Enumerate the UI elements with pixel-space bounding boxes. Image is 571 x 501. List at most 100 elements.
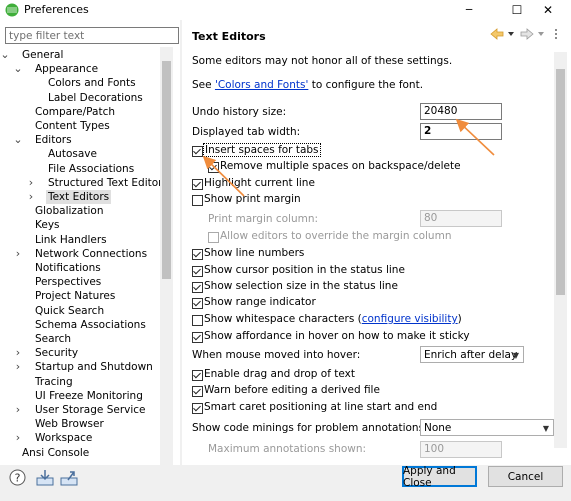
import-icon[interactable]: [36, 469, 54, 486]
minimize-button[interactable]: ─: [446, 0, 492, 20]
tree-item-label: User Storage Service: [35, 404, 146, 416]
help-icon[interactable]: ?: [9, 469, 26, 486]
forward-arrow-icon[interactable]: [520, 28, 534, 40]
hover-affordance-checkbox[interactable]: [192, 332, 203, 343]
max-annotations-input[interactable]: 100: [420, 441, 502, 458]
chevron-right-icon[interactable]: ›: [13, 431, 23, 445]
line-numbers-label: Show line numbers: [204, 247, 305, 259]
range-indicator-label: Show range indicator: [204, 296, 316, 308]
tree-item[interactable]: › Network Connections: [0, 247, 160, 261]
chevron-right-icon[interactable]: ›: [13, 360, 23, 374]
tree-item-label: Quick Search: [35, 304, 105, 317]
tree-item-label: Autosave: [48, 148, 97, 161]
chevron-right-icon[interactable]: ›: [26, 176, 36, 190]
chevron-right-icon[interactable]: ›: [13, 403, 23, 417]
tree-item[interactable]: UI Freeze Monitoring: [0, 389, 160, 403]
tree-item[interactable]: Autosave: [0, 147, 160, 161]
hover-behavior-value: Enrich after delay: [424, 349, 518, 361]
configure-visibility-link[interactable]: configure visibility: [362, 313, 458, 325]
colors-and-fonts-link[interactable]: 'Colors and Fonts': [215, 79, 308, 91]
page-content: Some editors may not honor all of these …: [182, 52, 571, 465]
chevron-right-icon[interactable]: ›: [26, 190, 36, 204]
tree-item[interactable]: › Workspace: [0, 431, 160, 445]
chevron-right-icon[interactable]: ›: [13, 346, 23, 360]
export-icon[interactable]: [60, 469, 78, 486]
tree-item[interactable]: › Startup and Shutdown: [0, 360, 160, 374]
code-minings-dropdown[interactable]: None ▼: [420, 419, 554, 436]
chevron-down-icon[interactable]: ⌄: [13, 62, 23, 76]
undo-history-input[interactable]: 20480: [420, 103, 502, 120]
tree-item[interactable]: Tracing: [0, 375, 160, 389]
tree-item[interactable]: Colors and Fonts: [0, 76, 160, 90]
tree-item[interactable]: Ansi Console: [0, 446, 160, 460]
chevron-down-icon[interactable]: ⌄: [0, 48, 10, 62]
tab-width-input[interactable]: 2: [420, 123, 502, 140]
preferences-navigation: ⌄General⌄AppearanceColors and FontsLabel…: [0, 20, 182, 465]
tree-item-label: File Associations: [48, 162, 135, 175]
tree-item-label: Tracing: [35, 375, 73, 388]
font-hint-suffix: to configure the font.: [308, 79, 424, 91]
selection-size-checkbox[interactable]: [192, 282, 203, 293]
tree-item[interactable]: Search: [0, 332, 160, 346]
chevron-down-icon[interactable]: ⌄: [13, 133, 23, 147]
allow-override-checkbox[interactable]: [208, 232, 219, 243]
view-menu-icon[interactable]: [551, 28, 561, 40]
tree-item[interactable]: › Structured Text Editors: [0, 176, 162, 190]
tree-item[interactable]: Notifications: [0, 261, 160, 275]
forward-dropdown-icon[interactable]: [538, 31, 544, 37]
tree-item[interactable]: Compare/Patch: [0, 105, 160, 119]
preference-tree: ⌄ General ⌄ Appearance Colors and Fonts Label…: [0, 48, 162, 460]
back-arrow-icon[interactable]: [490, 28, 504, 40]
tree-item-label: Keys: [35, 219, 60, 232]
tree-item[interactable]: Perspectives: [0, 275, 160, 289]
hover-behavior-dropdown[interactable]: Enrich after delay ▼: [420, 346, 524, 363]
tree-item[interactable]: File Associations: [0, 162, 160, 176]
tree-item[interactable]: Globalization: [0, 204, 160, 218]
tree-item[interactable]: › User Storage Service: [0, 403, 160, 417]
svg-text:?: ?: [15, 472, 21, 485]
eclipse-logo-icon: [5, 3, 19, 17]
tree-item[interactable]: Content Types: [0, 119, 160, 133]
cursor-position-checkbox[interactable]: [192, 266, 203, 277]
code-minings-label: Show code minings for problem annotation…: [192, 422, 428, 434]
line-numbers-checkbox[interactable]: [192, 249, 203, 260]
drag-drop-checkbox[interactable]: [192, 370, 203, 381]
tree-item[interactable]: Link Handlers: [0, 233, 160, 247]
tree-item[interactable]: Keys: [0, 218, 160, 232]
tree-item[interactable]: Quick Search: [0, 304, 160, 318]
tree-item-label: Link Handlers: [35, 233, 107, 246]
tree-item[interactable]: › Text Editors: [0, 190, 160, 204]
tree-scrollbar-thumb[interactable]: [162, 61, 171, 279]
tree-item-label: UI Freeze Monitoring: [35, 389, 143, 402]
close-button[interactable]: ✕: [525, 0, 571, 20]
range-indicator-checkbox[interactable]: [192, 298, 203, 309]
tree-item-label: Structured Text Editors: [48, 176, 162, 189]
tree-item[interactable]: Project Natures: [0, 289, 160, 303]
print-margin-column-input[interactable]: 80: [420, 210, 502, 227]
cancel-button[interactable]: Cancel: [488, 466, 563, 487]
print-margin-checkbox[interactable]: [192, 195, 203, 206]
tree-item[interactable]: › Security: [0, 346, 160, 360]
tree-item-label: General: [22, 49, 64, 61]
smart-caret-checkbox[interactable]: [192, 403, 203, 414]
tree-item[interactable]: Schema Associations: [0, 318, 160, 332]
back-dropdown-icon[interactable]: [508, 31, 514, 37]
page-scrollbar-thumb[interactable]: [556, 69, 565, 295]
tree-item-label: Project Natures: [35, 290, 116, 303]
highlight-line-checkbox[interactable]: [192, 179, 203, 190]
title-bar: Preferences ─ ☐ ✕: [0, 0, 571, 20]
filter-input[interactable]: [5, 27, 179, 44]
warn-derived-checkbox[interactable]: [192, 386, 203, 397]
tree-item[interactable]: Web Browser: [0, 417, 160, 431]
insert-spaces-checkbox[interactable]: [192, 146, 203, 157]
remove-spaces-checkbox[interactable]: [208, 162, 219, 173]
apply-and-close-button[interactable]: Apply and Close: [402, 465, 477, 489]
tree-item[interactable]: Label Decorations: [0, 91, 160, 105]
tree-item-label: Text Editors: [46, 190, 112, 204]
whitespace-checkbox[interactable]: [192, 315, 203, 326]
maximize-icon: ☐: [511, 3, 523, 17]
tree-item[interactable]: ⌄ General: [0, 48, 160, 62]
tree-item[interactable]: ⌄ Editors: [0, 133, 160, 147]
tree-item[interactable]: ⌄ Appearance: [0, 62, 160, 76]
chevron-right-icon[interactable]: ›: [13, 247, 23, 261]
